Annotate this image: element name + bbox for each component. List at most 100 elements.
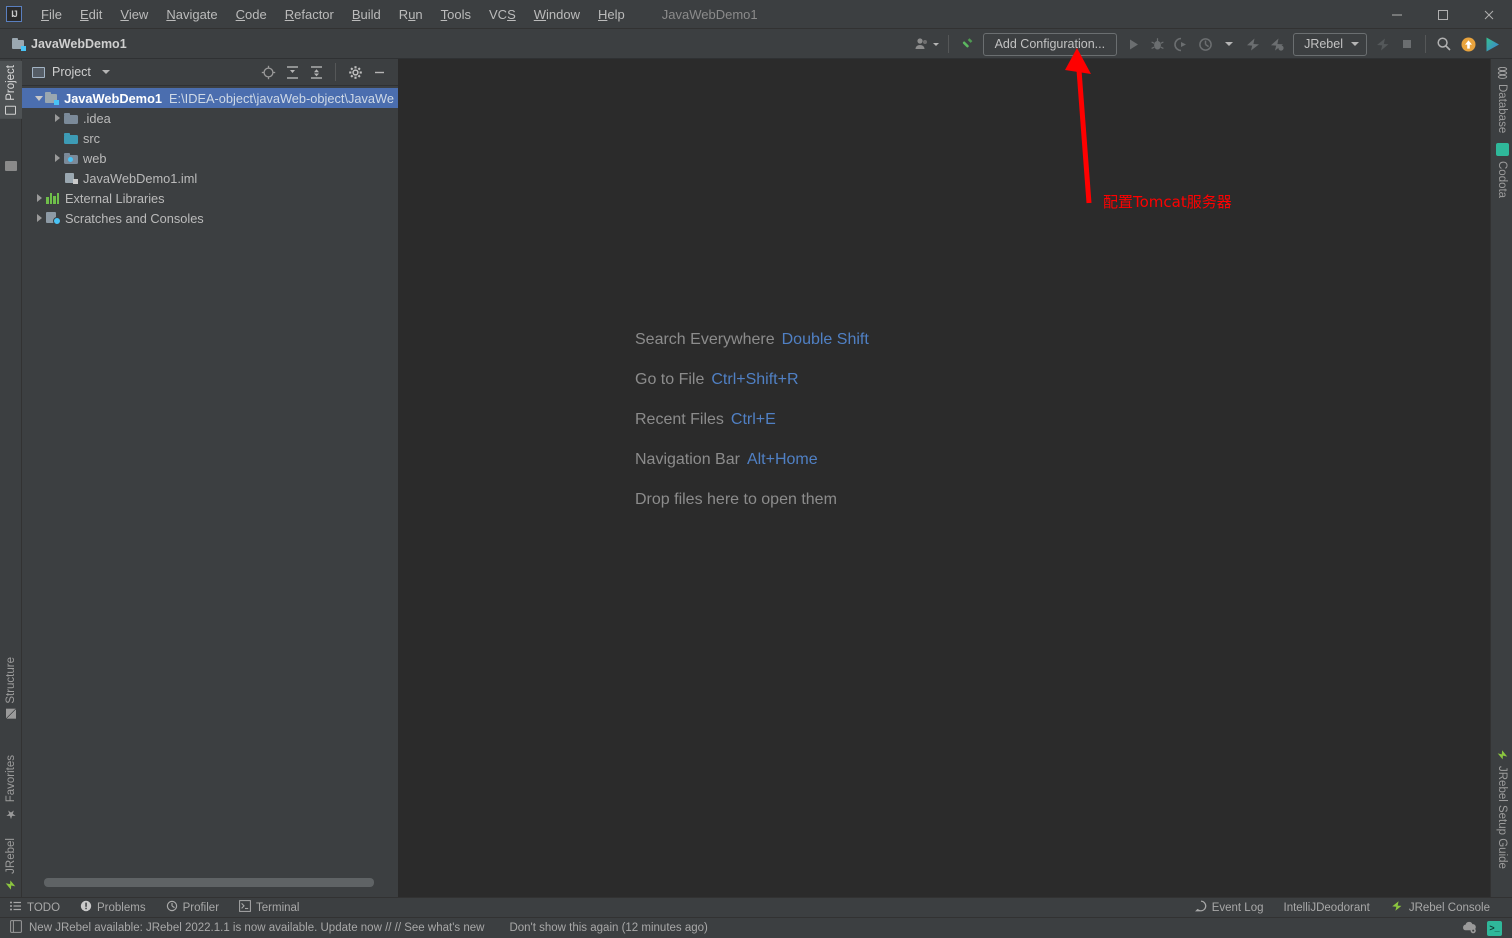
project-breadcrumb[interactable]: JavaWebDemo1 [12, 37, 127, 51]
menu-help[interactable]: Help [589, 3, 634, 26]
bottom-tabs-right-group: Event Log IntelliJDeodorant JRebel Conso… [1185, 898, 1512, 918]
chevron-right-icon[interactable] [32, 214, 46, 222]
sidebar-item-codota[interactable]: Codota [1491, 139, 1512, 202]
editor-hint-shortcut: Ctrl+Shift+R [711, 371, 799, 388]
update-available-icon[interactable] [1456, 32, 1480, 56]
menu-vcs[interactable]: VCS [480, 3, 525, 26]
intellij-idea-window: IJ File Edit View Navigate Code Refactor Build… [0, 0, 1512, 938]
bottom-tab-todo-label: TODO [27, 901, 61, 914]
hide-icon[interactable] [368, 61, 390, 83]
editor-hint-shortcut: Alt+Home [746, 451, 818, 468]
chevron-right-icon[interactable] [32, 194, 46, 202]
project-breadcrumb-label: JavaWebDemo1 [31, 36, 127, 51]
editor-hint-action: Navigation Bar [635, 451, 740, 468]
terminal-icon[interactable]: >_ [1487, 920, 1502, 936]
menu-view[interactable]: View [111, 3, 157, 26]
menu-edit[interactable]: Edit [71, 3, 111, 26]
chevron-down-icon[interactable] [32, 96, 46, 101]
chevron-right-icon[interactable] [50, 154, 64, 162]
bottom-tool-window-bar: TODO Problems Profiler Terminal Event Lo… [0, 897, 1512, 917]
editor-hint-shortcut: Ctrl+E [730, 411, 776, 428]
status-dismiss-link[interactable]: Don't show this again (12 minutes ago) [509, 922, 707, 934]
sidebar-item-favorites[interactable]: ★ Favorites [0, 751, 22, 825]
scrollbar-thumb[interactable] [44, 878, 374, 887]
tree-node-label: src [83, 130, 101, 146]
run-with-coverage-icon[interactable] [1169, 32, 1193, 56]
codota-icon[interactable] [1480, 32, 1504, 56]
jrebel-run-icon[interactable] [1241, 32, 1265, 56]
sidebar-item-jrebel[interactable]: JRebel [0, 834, 22, 895]
jrebel-debug-icon[interactable] [1265, 32, 1289, 56]
tree-node-web[interactable]: web [22, 148, 398, 168]
status-message[interactable]: New JRebel available: JRebel 2022.1.1 is… [29, 922, 484, 934]
select-opened-file-icon[interactable] [257, 61, 279, 83]
panel-separator [335, 63, 336, 81]
editor-hint-action: Go to File [635, 371, 705, 388]
tree-node-src[interactable]: src [22, 128, 398, 148]
annotation-label: 配置Tomcat服务器 [1103, 193, 1232, 211]
editor-hint: Search Everywhere Double Shift [635, 331, 869, 349]
expand-all-icon[interactable] [281, 61, 303, 83]
profile-icon[interactable] [1193, 32, 1217, 56]
libraries-icon [46, 192, 60, 204]
add-configuration-button[interactable]: Add Configuration... [982, 32, 1118, 56]
menu-navigate[interactable]: Navigate [157, 3, 226, 26]
editor-area[interactable]: Search Everywhere Double Shift Go to File C… [399, 59, 1490, 897]
maximize-button[interactable] [1420, 0, 1466, 29]
project-panel-hscrollbar[interactable] [44, 878, 419, 887]
menu-build[interactable]: Build [343, 3, 390, 26]
sidebar-item-jrebel-setup-guide[interactable]: JRebel Setup Guide [1491, 745, 1512, 873]
jrebel-deploy-icon[interactable] [1371, 32, 1395, 56]
cloud-settings-icon[interactable] [1461, 920, 1478, 937]
tree-node-path: E:\IDEA-object\javaWeb-object\JavaWe [169, 90, 394, 106]
codota-icon [1495, 143, 1509, 156]
project-panel-title-group[interactable]: Project [32, 65, 110, 79]
tree-node-label: JavaWebDemo1 [64, 90, 162, 106]
bottom-tab-profiler[interactable]: Profiler [156, 898, 229, 918]
tree-node-javawebdemo1-iml[interactable]: JavaWebDemo1.iml [22, 168, 398, 188]
bottom-tab-terminal[interactable]: Terminal [229, 898, 309, 918]
run-icon[interactable] [1121, 32, 1145, 56]
menu-refactor[interactable]: Refactor [276, 3, 343, 26]
tree-node--idea[interactable]: .idea [22, 108, 398, 128]
menu-file[interactable]: File [32, 3, 71, 26]
settings-gear-icon[interactable] [344, 61, 366, 83]
menu-code[interactable]: Code [227, 3, 276, 26]
bottom-tab-problems[interactable]: Problems [70, 898, 156, 918]
debug-icon[interactable] [1145, 32, 1169, 56]
tree-node-scratches-and-consoles[interactable]: Scratches and Consoles [22, 208, 398, 228]
tree-node-javawebdemo1[interactable]: JavaWebDemo1 E:\IDEA-object\javaWeb-objec… [22, 88, 398, 108]
run-config-dropdown-icon[interactable] [1217, 32, 1241, 56]
sidebar-item-folder[interactable] [0, 157, 22, 175]
left-tool-rail: Project Structure ★ Favorites JRebel [0, 59, 22, 897]
close-button[interactable] [1466, 0, 1512, 29]
toolbar-separator [947, 35, 949, 53]
bottom-tab-todo[interactable]: TODO [0, 898, 70, 918]
jrebel-dropdown[interactable]: JRebel [1293, 32, 1367, 56]
sidebar-item-database[interactable]: Database [1491, 63, 1512, 137]
title-bar: IJ File Edit View Navigate Code Refactor Build… [0, 0, 1512, 29]
minimize-button[interactable] [1374, 0, 1420, 29]
build-hammer-icon[interactable] [955, 32, 979, 56]
search-icon[interactable] [1432, 32, 1456, 56]
sidebar-item-project[interactable]: Project [0, 61, 22, 119]
sidebar-item-structure[interactable]: Structure [0, 653, 22, 723]
project-tree[interactable]: JavaWebDemo1 E:\IDEA-object\javaWeb-objec… [22, 86, 398, 888]
stop-icon[interactable] [1395, 32, 1419, 56]
menu-run[interactable]: Run [390, 3, 432, 26]
sidebar-item-jrebel-setup-guide-label: JRebel Setup Guide [1496, 766, 1508, 869]
bottom-tab-intellijdeodorant[interactable]: IntelliJDeodorant [1274, 898, 1380, 918]
source-folder-icon [64, 132, 78, 144]
user-icon[interactable] [911, 32, 942, 56]
menu-window[interactable]: Window [525, 3, 589, 26]
editor-hint-shortcut: Double Shift [781, 331, 869, 348]
chevron-right-icon[interactable] [50, 114, 64, 122]
menu-tools[interactable]: Tools [432, 3, 480, 26]
bottom-tab-jrebel-console[interactable]: JRebel Console [1380, 898, 1500, 918]
tree-node-label: External Libraries [65, 190, 165, 206]
status-message-group: New JRebel available: JRebel 2022.1.1 is… [0, 920, 708, 936]
tree-node-label: .idea [83, 110, 111, 126]
bottom-tab-event-log[interactable]: Event Log [1185, 898, 1274, 918]
tree-node-external-libraries[interactable]: External Libraries [22, 188, 398, 208]
collapse-all-icon[interactable] [305, 61, 327, 83]
